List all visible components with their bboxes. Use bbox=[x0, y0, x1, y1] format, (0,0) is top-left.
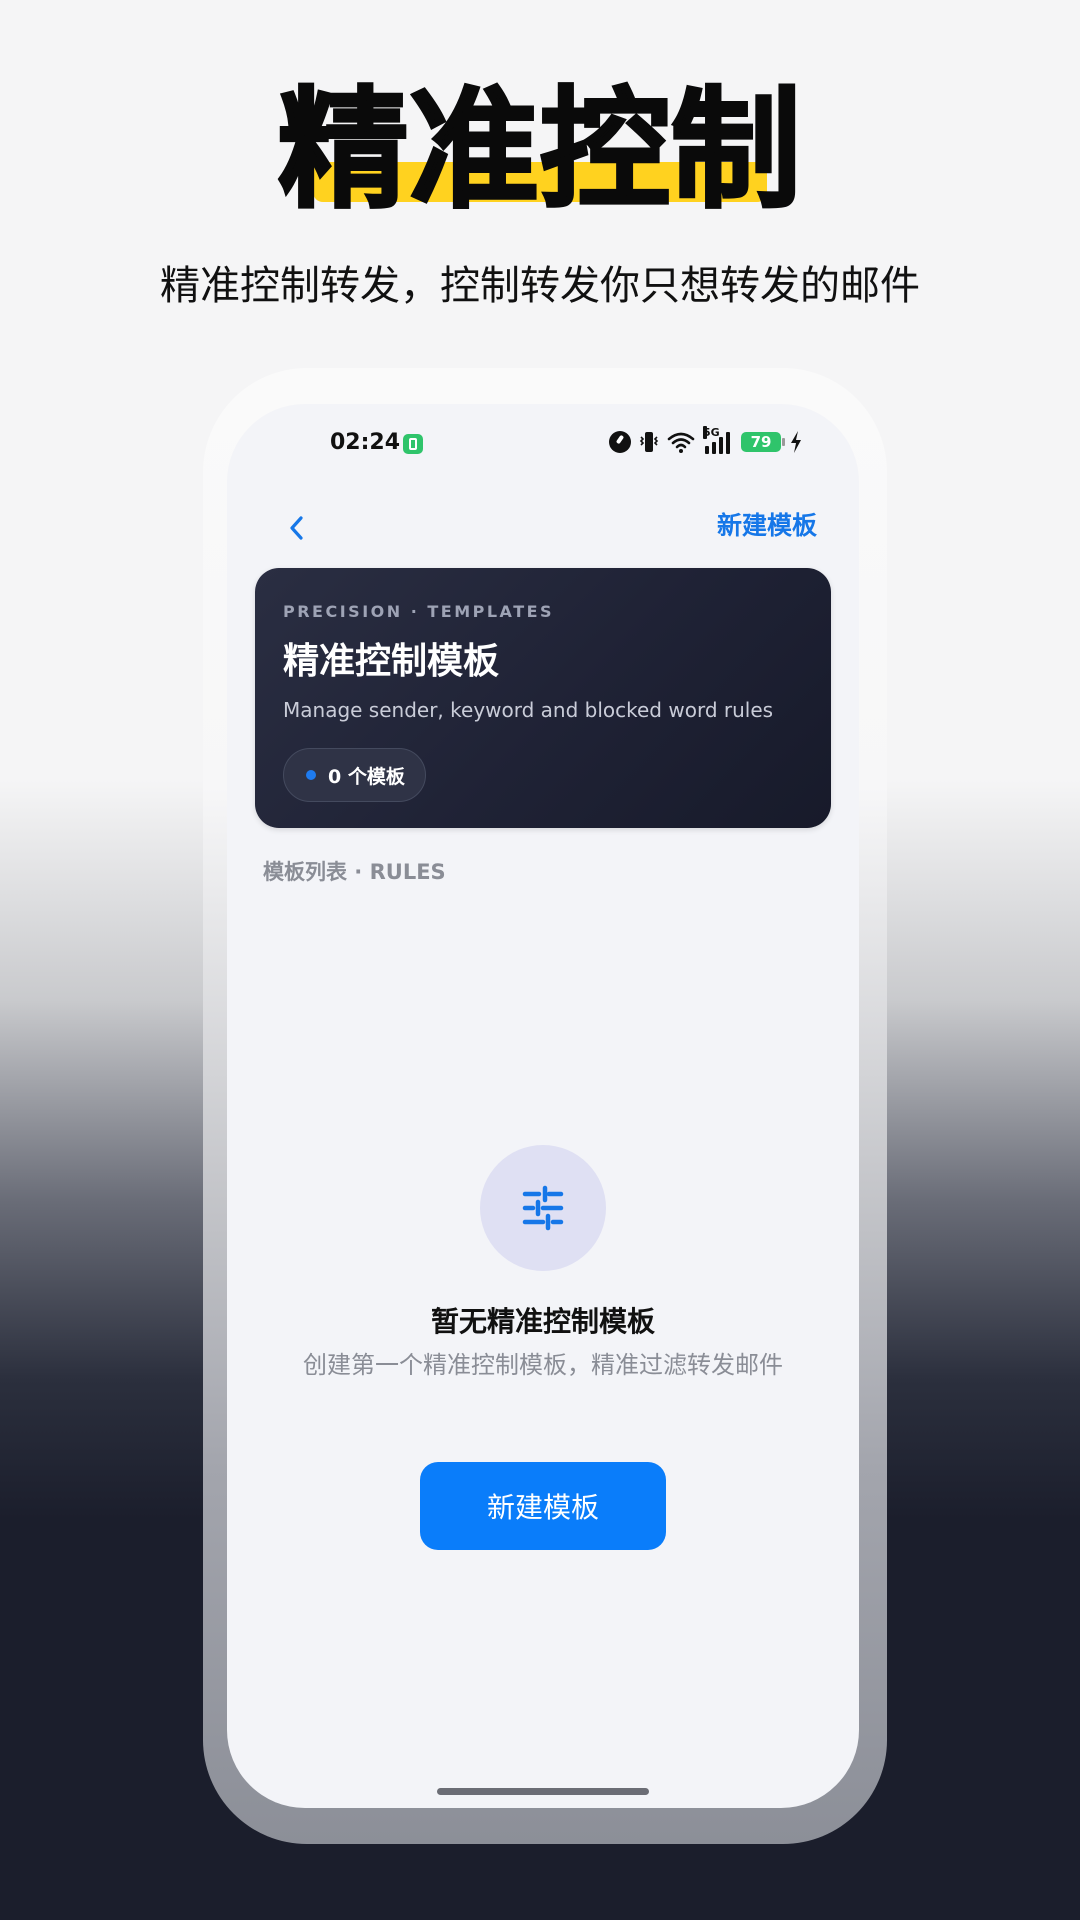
data-saver-icon bbox=[609, 431, 631, 453]
home-indicator[interactable] bbox=[437, 1788, 649, 1795]
empty-state-description: 创建第一个精准控制模板，精准过滤转发邮件 bbox=[303, 1351, 783, 1379]
new-template-button[interactable]: 新建模板 bbox=[420, 1462, 666, 1550]
status-time: 02:24 bbox=[330, 430, 401, 455]
battery-level: 79 bbox=[750, 433, 772, 451]
hero-eyebrow: PRECISION · TEMPLATES bbox=[283, 602, 555, 621]
promo-subheadline: 精准控制转发，控制转发你只想转发的邮件 bbox=[160, 263, 920, 309]
wifi-icon bbox=[667, 430, 695, 454]
notification-icon bbox=[403, 434, 423, 454]
empty-state-icon-wrap bbox=[480, 1145, 606, 1271]
promo-header: 精准控制 bbox=[0, 70, 1080, 230]
chevron-left-icon bbox=[290, 516, 303, 540]
template-count-label: 0 个模板 bbox=[328, 765, 405, 788]
network-type: 5G bbox=[703, 426, 720, 439]
back-button[interactable] bbox=[279, 510, 315, 546]
phone-screen: 02:24 5G 79 新建模板 PRECISION · TEMPLATES 精… bbox=[227, 404, 859, 1808]
hero-title: 精准控制模板 bbox=[283, 641, 500, 682]
sliders-icon bbox=[522, 1185, 564, 1231]
status-bar: 02:24 5G 79 bbox=[227, 404, 859, 484]
battery-icon: 79 bbox=[741, 432, 785, 452]
new-template-nav-button[interactable]: 新建模板 bbox=[717, 508, 817, 544]
template-count-badge: 0 个模板 bbox=[283, 748, 426, 802]
hero-subtitle: Manage sender, keyword and blocked word … bbox=[283, 698, 774, 722]
promo-headline: 精准控制 bbox=[276, 74, 802, 226]
charging-icon bbox=[789, 430, 803, 454]
status-dot-icon bbox=[306, 770, 316, 780]
empty-state-title: 暂无精准控制模板 bbox=[430, 1305, 655, 1338]
status-icons: 5G 79 bbox=[609, 426, 803, 454]
section-label: 模板列表 · RULES bbox=[263, 860, 446, 884]
vibrate-icon bbox=[639, 431, 659, 453]
signal-icon: 5G bbox=[703, 426, 733, 454]
hero-card: PRECISION · TEMPLATES 精准控制模板 Manage send… bbox=[255, 568, 831, 828]
